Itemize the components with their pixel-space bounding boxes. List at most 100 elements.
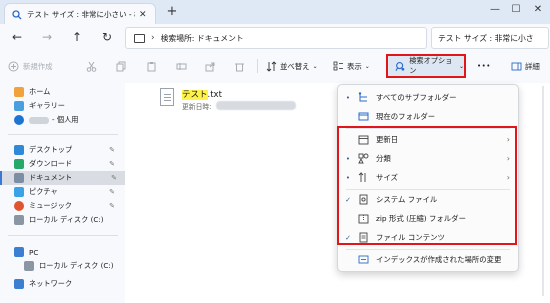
desktop-icon bbox=[14, 145, 24, 155]
sort-label: 並べ替え bbox=[280, 61, 310, 71]
drive-icon bbox=[24, 261, 34, 271]
toolbar-divider bbox=[257, 59, 258, 73]
file-name-ext: .txt bbox=[207, 90, 222, 100]
plus-circle-icon bbox=[8, 61, 19, 71]
text-file-icon[interactable] bbox=[160, 88, 174, 106]
chevron-down-icon: ⌄ bbox=[312, 62, 318, 70]
search-input[interactable]: テスト サイズ : 非常に小さ bbox=[431, 27, 549, 49]
sidebar-item-label: PC bbox=[29, 247, 39, 257]
more-button[interactable]: ••• bbox=[477, 58, 491, 74]
gallery-icon bbox=[14, 101, 24, 111]
view-button[interactable]: 表示 ⌄ bbox=[333, 58, 370, 74]
menu-item-all-subfolders[interactable]: • すべてのサブフォルダー bbox=[338, 88, 518, 107]
sidebar-item-local-disk[interactable]: ローカル ディスク (C:) bbox=[0, 259, 125, 273]
menu-item-change-indexed-locations[interactable]: インデックスが作成された場所の変更 bbox=[338, 250, 518, 269]
sidebar-item-label: ホーム bbox=[29, 87, 51, 96]
pin-icon: ✎ bbox=[111, 174, 117, 182]
pin-icon: ✎ bbox=[109, 146, 115, 154]
pictures-icon bbox=[14, 187, 24, 197]
tab-title: テスト サイズ : 非常に小さい - 検S bbox=[27, 10, 135, 19]
sidebar-item-home[interactable]: ホーム bbox=[0, 85, 125, 99]
copy-icon[interactable] bbox=[116, 61, 127, 72]
sidebar-item-label: ミュージック bbox=[29, 201, 72, 210]
download-icon bbox=[14, 159, 24, 169]
sidebar-item-pc[interactable]: PC bbox=[0, 245, 125, 259]
close-window-button[interactable]: ✕ bbox=[527, 1, 549, 19]
sort-button[interactable]: 並べ替え ⌄ bbox=[266, 58, 318, 74]
computer-icon bbox=[134, 33, 145, 43]
sidebar-item-label: ドキュメント bbox=[29, 173, 73, 182]
new-button[interactable]: 新規作成 bbox=[8, 58, 53, 74]
redacted-name bbox=[29, 116, 49, 124]
delete-icon[interactable] bbox=[234, 61, 245, 72]
chevron-right-icon: › bbox=[151, 33, 155, 43]
sidebar-item-gallery[interactable]: ギャラリー bbox=[0, 99, 125, 113]
computer-icon bbox=[14, 247, 24, 257]
home-icon bbox=[14, 87, 24, 97]
sidebar-item-label: ネットワーク bbox=[29, 279, 73, 288]
chevron-down-icon: ⌄ bbox=[364, 62, 370, 70]
redacted-date bbox=[216, 101, 296, 110]
tab-search-results[interactable]: テスト サイズ : 非常に小さい - 検S ✕ bbox=[4, 3, 156, 25]
pin-icon: ✎ bbox=[109, 160, 115, 168]
menu-item-label: 現在のフォルダー bbox=[376, 112, 436, 121]
search-icon bbox=[12, 9, 22, 19]
sidebar-item-onedrive[interactable]: - 個人用 bbox=[0, 113, 125, 127]
cloud-icon bbox=[14, 115, 24, 125]
music-icon bbox=[14, 201, 24, 211]
sidebar-item-label: ローカル ディスク (C:) bbox=[29, 215, 104, 224]
sidebar-item-pictures[interactable]: ピクチャ ✎ bbox=[0, 185, 125, 199]
rename-icon[interactable] bbox=[176, 61, 187, 72]
sidebar-item-local-disk-quick[interactable]: ローカル ディスク (C:) bbox=[0, 213, 125, 227]
search-options-button[interactable]: 検索オプション ⌄ bbox=[386, 54, 466, 78]
view-label: 表示 bbox=[347, 61, 362, 71]
command-bar: 新規作成 並べ替え ⌄ 表示 ⌄ 検索オプション ⌄ ••• 詳細 bbox=[0, 50, 550, 84]
file-name[interactable]: テスト.txt bbox=[182, 88, 222, 100]
sidebar-item-desktop[interactable]: デスクトップ ✎ bbox=[0, 143, 125, 157]
forward-button[interactable]: → bbox=[38, 29, 56, 45]
search-options-label: 検索オプション bbox=[409, 56, 453, 75]
close-tab-icon[interactable]: ✕ bbox=[139, 10, 147, 20]
maximize-button[interactable]: ☐ bbox=[505, 1, 527, 19]
pin-icon: ✎ bbox=[109, 188, 115, 196]
back-button[interactable]: ← bbox=[8, 29, 26, 45]
folder-icon bbox=[358, 112, 369, 121]
minimize-button[interactable]: — bbox=[484, 1, 506, 19]
network-icon bbox=[14, 279, 24, 289]
pin-icon: ✎ bbox=[109, 202, 115, 210]
up-button[interactable]: ↑ bbox=[68, 29, 86, 45]
details-button[interactable]: 詳細 bbox=[511, 58, 540, 74]
index-icon bbox=[358, 255, 369, 264]
file-modified-label: 更新日時: bbox=[182, 103, 212, 111]
sidebar-item-documents[interactable]: ドキュメント ✎ bbox=[0, 171, 127, 185]
cut-icon[interactable] bbox=[86, 61, 97, 72]
details-pane-icon bbox=[511, 62, 522, 70]
scrollbar[interactable] bbox=[540, 86, 546, 296]
menu-item-label: すべてのサブフォルダー bbox=[376, 93, 457, 102]
address-text: 検索場所: ドキュメント bbox=[160, 33, 244, 43]
sort-icon bbox=[266, 60, 277, 72]
menu-item-label: インデックスが作成された場所の変更 bbox=[376, 255, 502, 264]
sidebar-item-label: ローカル ディスク (C:) bbox=[39, 261, 114, 270]
sidebar-item-label: ギャラリー bbox=[29, 101, 65, 110]
chevron-down-icon: ⌄ bbox=[458, 62, 464, 70]
share-icon[interactable] bbox=[205, 61, 216, 72]
highlight-annotation-box bbox=[337, 126, 517, 245]
sidebar-item-music[interactable]: ミュージック ✎ bbox=[0, 199, 125, 213]
address-bar[interactable]: › 検索場所: ドキュメント bbox=[125, 27, 427, 49]
sidebar-item-label: - 個人用 bbox=[52, 115, 79, 124]
search-text: テスト サイズ : 非常に小さ bbox=[438, 33, 533, 43]
file-name-match: テスト bbox=[182, 90, 208, 100]
selected-dot-icon: • bbox=[345, 93, 351, 102]
drive-icon bbox=[14, 215, 24, 225]
menu-item-current-folder[interactable]: 現在のフォルダー bbox=[338, 107, 518, 126]
new-tab-button[interactable]: + bbox=[164, 4, 180, 20]
sidebar-item-downloads[interactable]: ダウンロード ✎ bbox=[0, 157, 125, 171]
new-label: 新規作成 bbox=[23, 61, 53, 71]
details-label: 詳細 bbox=[525, 61, 540, 71]
refresh-button[interactable]: ↻ bbox=[98, 29, 116, 45]
sidebar-item-network[interactable]: ネットワーク bbox=[0, 277, 125, 291]
address-row: ← → ↑ ↻ › 検索場所: ドキュメント テスト サイズ : 非常に小さ bbox=[0, 24, 550, 50]
view-icon bbox=[333, 61, 343, 70]
paste-icon[interactable] bbox=[146, 61, 157, 72]
